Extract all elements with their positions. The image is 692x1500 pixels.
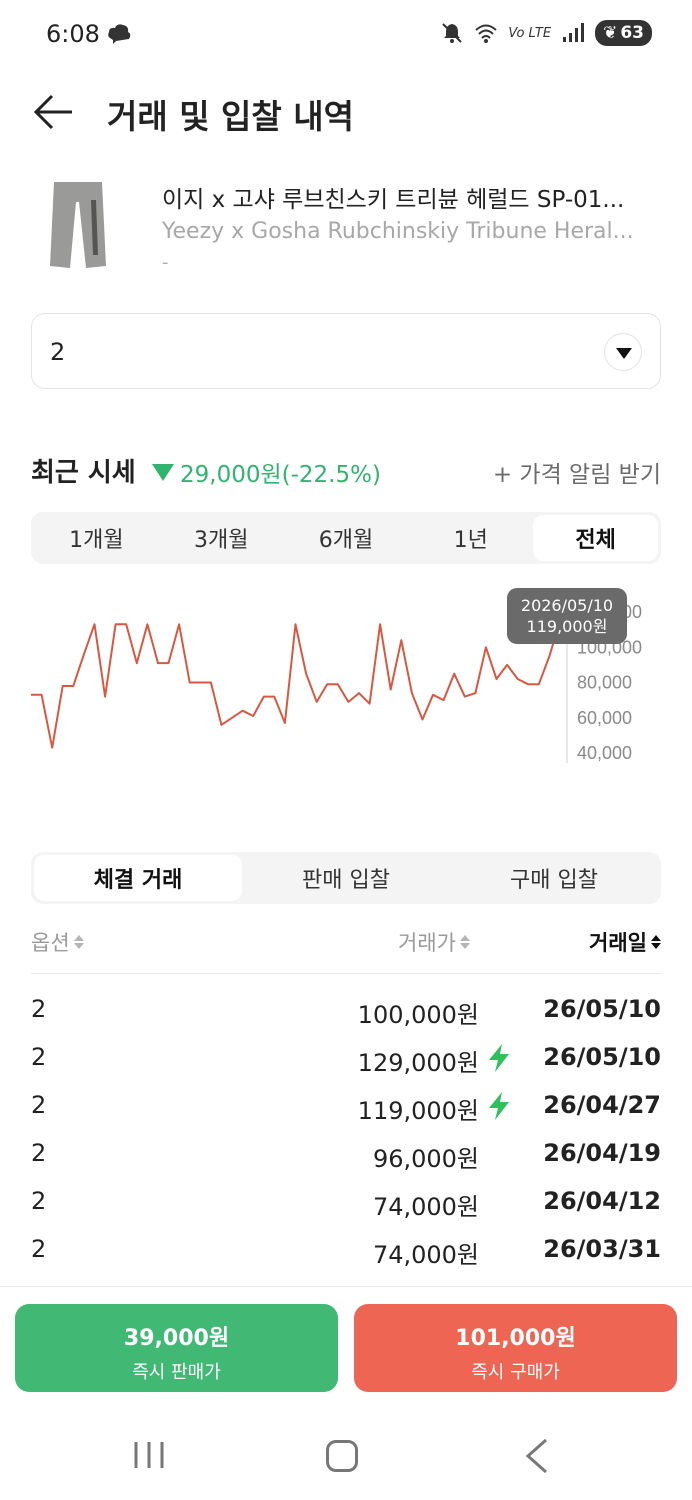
chart-tooltip: 2026/05/10 119,000원	[507, 588, 627, 644]
recent-apps-icon[interactable]	[132, 1440, 166, 1470]
tooltip-date: 2026/05/10	[520, 596, 614, 615]
row-option: 2	[31, 1139, 47, 1167]
cloud-icon	[108, 24, 131, 44]
table-divider	[31, 973, 661, 974]
tab-buy-bids[interactable]: 구매 입찰	[450, 855, 658, 901]
home-icon[interactable]	[326, 1440, 358, 1472]
row-price: 129,000원	[357, 1049, 479, 1077]
back-arrow-icon[interactable]	[32, 92, 76, 132]
down-triangle-icon	[152, 463, 174, 481]
price-alert-button[interactable]: + 가격 알림 받기	[493, 455, 661, 489]
tab-period-1m[interactable]: 1개월	[34, 515, 159, 561]
row-date: 26/05/10	[543, 1043, 661, 1071]
row-option: 2	[31, 995, 47, 1023]
nav-back-icon[interactable]	[522, 1438, 552, 1474]
lightning-icon	[489, 1044, 509, 1072]
instant-buy-price: 101,000원	[455, 1326, 576, 1351]
tab-period-6m[interactable]: 6개월	[284, 515, 409, 561]
recent-price-title: 최근 시세	[31, 458, 136, 488]
product-image[interactable]	[46, 180, 110, 270]
column-header-option[interactable]: 옵션	[31, 927, 84, 957]
lightning-icon	[489, 1092, 509, 1120]
period-tabs: 1개월 3개월 6개월 1년 전체	[31, 512, 661, 564]
table-row: 2 74,000원 26/04/12	[31, 1179, 661, 1227]
table-row: 2 96,000원 26/04/19	[31, 1131, 661, 1179]
leaf-icon: ❦	[603, 23, 618, 43]
page-title: 거래 및 입찰 내역	[107, 97, 354, 136]
row-price: 119,000원	[357, 1097, 479, 1125]
instant-sell-price: 39,000원	[123, 1326, 230, 1351]
row-option: 2	[31, 1043, 47, 1071]
row-price: 96,000원	[372, 1145, 479, 1173]
price-change: 29,000원(-22.5%)	[152, 455, 381, 489]
tab-period-3m[interactable]: 3개월	[159, 515, 284, 561]
status-bar: 6:08 Vo LTE ❦ 63	[0, 0, 692, 70]
sort-icon	[459, 935, 470, 949]
row-date: 26/04/12	[543, 1187, 661, 1215]
y-tick-label: 60,000	[577, 708, 632, 728]
bottom-divider	[0, 1286, 692, 1287]
tooltip-value: 119,000원	[526, 617, 608, 636]
product-name-english[interactable]: Yeezy x Gosha Rubchinskiy Tribune Heral.…	[162, 219, 662, 244]
tab-completed-trades[interactable]: 체결 거래	[34, 855, 242, 901]
y-tick-label: 40,000	[577, 743, 632, 763]
instant-buy-button[interactable]: 101,000원 즉시 구매가	[354, 1304, 677, 1392]
row-date: 26/04/19	[543, 1139, 661, 1167]
row-price: 100,000원	[357, 1001, 479, 1029]
y-tick-label: 80,000	[577, 673, 632, 693]
row-option: 2	[31, 1235, 47, 1263]
instant-sell-button[interactable]: 39,000원 즉시 판매가	[15, 1304, 338, 1392]
status-time: 6:08	[46, 20, 100, 48]
signal-icon	[563, 23, 585, 42]
instant-buy-label: 즉시 구매가	[471, 1362, 560, 1383]
row-price: 74,000원	[372, 1193, 479, 1221]
wifi-icon	[475, 24, 498, 43]
instant-sell-label: 즉시 판매가	[132, 1362, 221, 1383]
row-date: 26/03/31	[543, 1235, 661, 1263]
table-row: 2 119,000원 26/04/27	[31, 1083, 661, 1131]
status-icons: Vo LTE ❦ 63	[440, 20, 652, 46]
size-select-value: 2	[50, 338, 66, 366]
row-option: 2	[31, 1187, 47, 1215]
tab-period-1y[interactable]: 1년	[408, 515, 533, 561]
row-option: 2	[31, 1091, 47, 1119]
column-header-date[interactable]: 거래일	[589, 927, 661, 957]
column-header-price[interactable]: 거래가	[398, 927, 470, 957]
lte-label: Vo LTE	[508, 25, 552, 41]
price-series-line	[31, 620, 561, 749]
sort-icon	[651, 935, 661, 949]
row-date: 26/04/27	[543, 1091, 661, 1119]
trade-tabs: 체결 거래 판매 입찰 구매 입찰	[31, 852, 661, 904]
table-row: 2 74,000원 26/03/31	[31, 1227, 661, 1275]
row-price: 74,000원	[372, 1241, 479, 1269]
tab-period-all[interactable]: 전체	[533, 515, 658, 561]
sort-icon	[73, 935, 84, 949]
table-row: 2 100,000원 26/05/10	[31, 987, 661, 1035]
battery-indicator: ❦ 63	[595, 20, 652, 46]
price-change-text: 29,000원(-22.5%)	[180, 462, 381, 488]
tab-sell-bids[interactable]: 판매 입찰	[242, 855, 450, 901]
row-date: 26/05/10	[543, 995, 661, 1023]
chevron-down-icon[interactable]	[604, 333, 642, 371]
product-name-korean[interactable]: 이지 x 고샤 루브친스키 트리뷴 헤럴드 SP-01...	[162, 180, 662, 214]
table-row: 2 129,000원 26/05/10	[31, 1035, 661, 1083]
size-select[interactable]: 2	[31, 313, 661, 389]
mute-icon	[442, 23, 463, 43]
product-subinfo: -	[162, 252, 169, 273]
